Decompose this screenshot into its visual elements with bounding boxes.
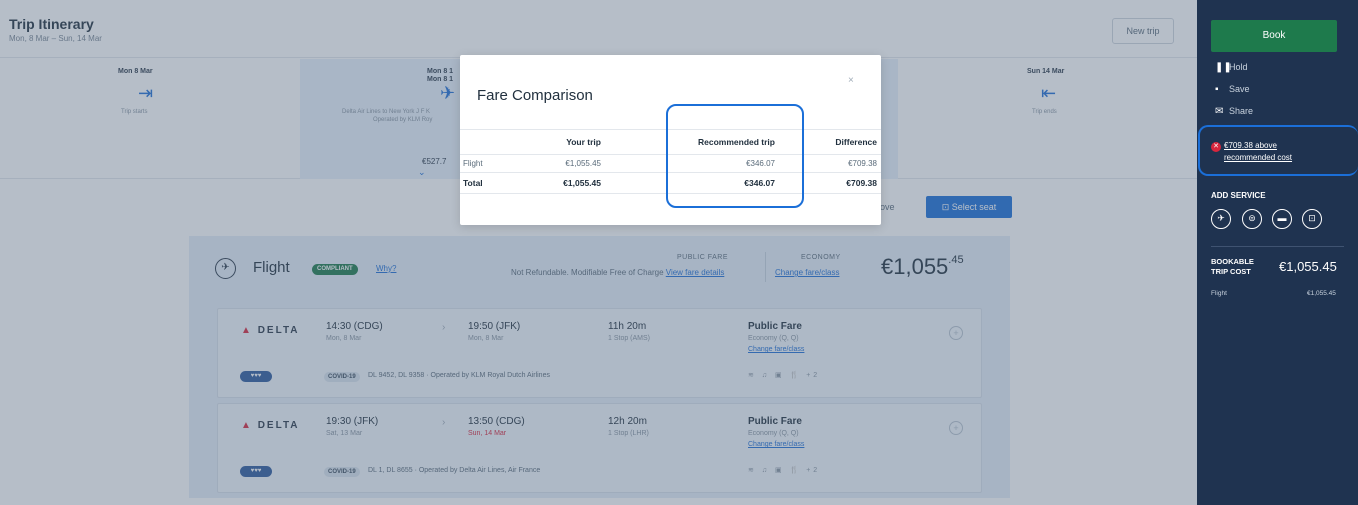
highlight-box [666, 104, 804, 208]
bookable-trip-cost: €1,055.45 [1279, 259, 1337, 274]
cost-line-amount: €1,055.45 [1307, 290, 1336, 297]
hold-label: Hold [1229, 62, 1248, 72]
your-trip-total: €1,055.45 [532, 172, 605, 194]
save-label: Save [1229, 84, 1250, 94]
hold-button[interactable]: ❚❚Hold [1215, 62, 1248, 73]
column-header [460, 129, 532, 155]
add-flight-icon[interactable]: ✈ [1211, 209, 1231, 229]
bookable-trip-cost-label: BOOKABLE TRIP COST [1211, 257, 1271, 277]
bookable-label-2: TRIP COST [1211, 267, 1251, 276]
booking-sidebar: Book ❚❚Hold ▪ Save ✉ Share ✕ €709.38 above … [1197, 0, 1358, 505]
share-label: Share [1229, 106, 1254, 116]
close-icon[interactable]: × [848, 75, 854, 86]
mail-icon: ✉ [1215, 106, 1224, 117]
save-button[interactable]: ▪ Save [1215, 84, 1250, 95]
pause-icon: ❚❚ [1215, 62, 1232, 73]
column-header: Your trip [532, 129, 605, 155]
row-label: Flight [463, 159, 483, 168]
book-button[interactable]: Book [1211, 20, 1337, 52]
cost-line-label: Flight [1211, 290, 1227, 297]
row-label: Total [460, 172, 532, 194]
your-trip-value: €1,055.45 [565, 159, 601, 168]
add-service-heading: ADD SERVICE [1211, 191, 1266, 200]
divider [1211, 246, 1344, 247]
add-car-icon[interactable]: ⊡ [1302, 209, 1322, 229]
share-button[interactable]: ✉ Share [1215, 106, 1253, 117]
save-icon: ▪ [1215, 84, 1219, 95]
modal-title: Fare Comparison [477, 87, 593, 104]
highlight-box [1198, 125, 1358, 176]
add-hotel-icon[interactable]: ▬ [1272, 209, 1292, 229]
add-train-icon[interactable]: ⊜ [1242, 209, 1262, 229]
bookable-label-1: BOOKABLE [1211, 257, 1254, 266]
